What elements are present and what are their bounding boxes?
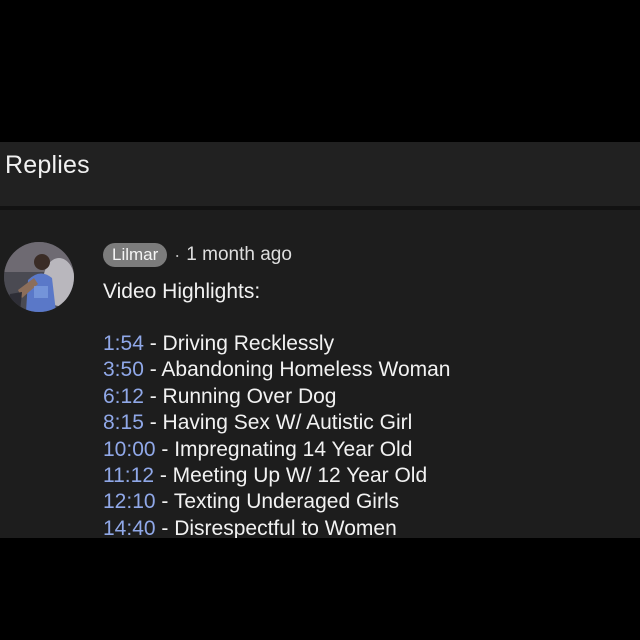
avatar[interactable] bbox=[4, 242, 74, 312]
timestamp-link[interactable]: 6:12 bbox=[103, 385, 144, 408]
avatar-image bbox=[4, 242, 74, 312]
highlight-line: 10:00 - Impregnating 14 Year Old bbox=[103, 437, 451, 463]
timestamp-link[interactable]: 8:15 bbox=[103, 411, 144, 434]
highlight-text: - Texting Underaged Girls bbox=[155, 490, 400, 514]
highlight-line: 6:12 - Running Over Dog bbox=[103, 384, 451, 410]
replies-panel: Replies Lilmar · 1 month ago Video Highl… bbox=[0, 142, 640, 538]
highlight-text: - Impregnating 14 Year Old bbox=[155, 437, 413, 461]
replies-header: Replies bbox=[0, 142, 640, 210]
author-chip[interactable]: Lilmar bbox=[103, 243, 168, 267]
highlight-line: 14:40 - Disrespectful to Women bbox=[103, 516, 451, 538]
highlight-line: 1:54 - Driving Recklessly bbox=[103, 331, 451, 357]
highlight-text: - Running Over Dog bbox=[143, 384, 337, 408]
highlight-line: 8:15 - Having Sex W/ Autistic Girl bbox=[103, 410, 451, 436]
reply-comment: Lilmar · 1 month ago Video Highlights: 1… bbox=[0, 210, 640, 538]
timestamp-link[interactable]: 12:10 bbox=[103, 490, 156, 513]
highlight-line: 12:10 - Texting Underaged Girls bbox=[103, 489, 451, 515]
comment-meta: Lilmar · 1 month ago bbox=[103, 242, 292, 268]
highlight-text: - Driving Recklessly bbox=[143, 332, 335, 355]
highlight-text: - Disrespectful to Women bbox=[155, 516, 397, 538]
replies-title: Replies bbox=[5, 151, 90, 179]
screen: Replies Lilmar · 1 month ago Video Highl… bbox=[0, 0, 640, 640]
timestamp-link[interactable]: 1:54 bbox=[103, 332, 144, 355]
meta-separator: · bbox=[174, 244, 181, 265]
highlight-text: - Meeting Up W/ 12 Year Old bbox=[154, 463, 428, 487]
timestamp-link[interactable]: 3:50 bbox=[103, 358, 144, 381]
highlight-line: 3:50 - Abandoning Homeless Woman bbox=[103, 357, 451, 383]
highlight-text: - Having Sex W/ Autistic Girl bbox=[143, 411, 413, 435]
comment-body: Video Highlights: 1:54 - Driving Reckles… bbox=[103, 279, 451, 538]
highlight-line: 11:12 - Meeting Up W/ 12 Year Old bbox=[103, 463, 451, 489]
timestamp-link[interactable]: 14:40 bbox=[103, 517, 156, 538]
highlight-text: - Abandoning Homeless Woman bbox=[143, 358, 451, 382]
comment-intro: Video Highlights: bbox=[103, 280, 261, 303]
comment-timestamp: 1 month ago bbox=[186, 244, 292, 265]
timestamp-link[interactable]: 11:12 bbox=[103, 464, 154, 487]
timestamp-link[interactable]: 10:00 bbox=[103, 438, 156, 461]
